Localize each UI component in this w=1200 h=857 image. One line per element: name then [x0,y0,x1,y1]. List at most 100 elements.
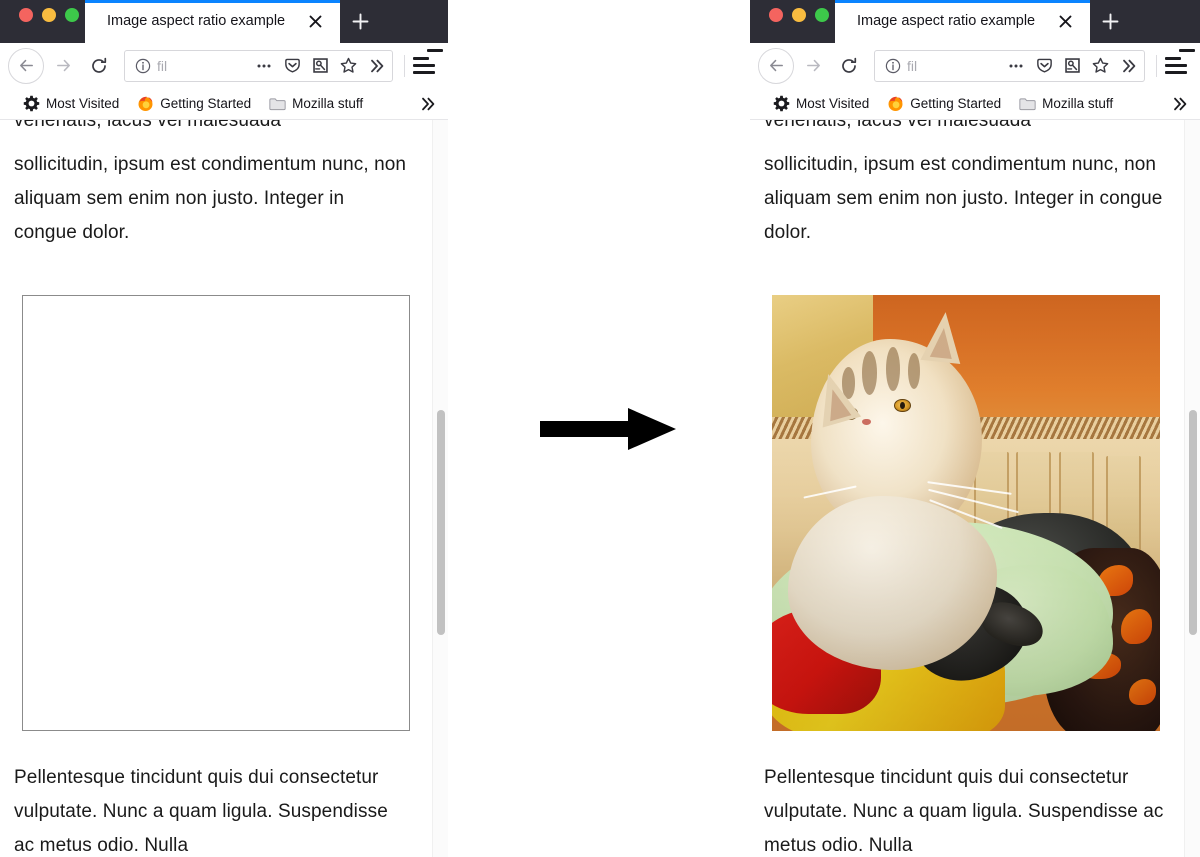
orange-pattern [1121,608,1153,644]
paragraph-clipped: venenatis, lacus vel malesuada [14,120,282,131]
paragraph-top: sollicitudin, ipsum est condimentum nunc… [764,154,1163,243]
overflow-chevron-icon[interactable] [1116,54,1140,78]
bookmarks-overflow-icon[interactable] [1170,95,1192,113]
page-document-after: venenatis, lacus vel malesuada sollicitu… [750,120,1178,857]
forward-button[interactable] [46,49,80,83]
page-info-icon[interactable] [133,58,153,74]
firefox-icon [137,95,154,112]
tabby-cat-ear-right [920,310,966,365]
right-arrow-icon [540,408,676,450]
update-available-badge [1179,48,1195,60]
browser-window-after: Image aspect ratio example fil Most Visi… [750,0,1200,857]
transition-arrow [540,408,676,450]
close-tab-icon[interactable] [302,9,328,35]
comparison-stage: Image aspect ratio example fil Most Visi… [0,0,1200,857]
bookmark-most-visited[interactable]: Most Visited [764,91,878,117]
window-controls-after [750,0,829,43]
tab-active-before[interactable]: Image aspect ratio example [85,0,340,43]
pupil [900,401,906,409]
bookmark-most-visited[interactable]: Most Visited [14,91,128,117]
cat-photo-scene [772,295,1160,731]
address-bar[interactable]: fil [874,49,1145,82]
page-info-icon[interactable] [883,58,903,74]
new-tab-icon[interactable] [340,0,380,43]
bookmark-label: Mozilla stuff [1042,96,1114,111]
fur-stripe [908,352,921,389]
scrollbar-thumb[interactable] [1189,410,1197,635]
vertical-scrollbar-before[interactable] [432,120,448,857]
app-menu-button[interactable] [410,48,443,83]
bookmark-label: Getting Started [160,96,252,111]
maximize-window-button[interactable] [815,7,829,22]
bookmark-label: Getting Started [910,96,1002,111]
folder-icon [269,95,286,112]
app-menu-button[interactable] [1162,48,1195,83]
close-window-button[interactable] [769,7,783,22]
fur-stripe [862,350,878,395]
firefox-icon [887,95,904,112]
browser-window-before: Image aspect ratio example fil Most Visi… [0,0,448,857]
bookmark-label: Mozilla stuff [292,96,364,111]
fur-stripe [885,346,900,391]
back-button[interactable] [758,47,794,84]
image-placeholder-box [22,295,410,731]
pocket-icon[interactable] [280,54,304,78]
page-actions-icon[interactable] [1004,54,1028,78]
url-input[interactable]: fil [157,58,248,74]
pocket-icon[interactable] [1032,54,1056,78]
paragraph-bottom: Pellentesque tincidunt quis dui consecte… [764,767,1164,856]
page-viewport-after: venenatis, lacus vel malesuada sollicitu… [750,120,1200,857]
forward-button[interactable] [796,49,830,83]
toolbar-separator [404,54,405,77]
scrollbar-thumb[interactable] [437,410,445,635]
bookmark-label: Most Visited [796,96,870,111]
navigation-toolbar-before: fil [0,43,448,88]
new-tab-icon[interactable] [1090,0,1130,43]
bookmark-mozilla-stuff[interactable]: Mozilla stuff [260,91,372,117]
update-available-badge [427,48,443,60]
bookmark-getting-started[interactable]: Getting Started [128,91,260,117]
paragraph-clipped: venenatis, lacus vel malesuada [764,120,1032,131]
paragraph-top: sollicitudin, ipsum est condimentum nunc… [14,154,407,243]
gear-icon [23,95,40,112]
tab-active-after[interactable]: Image aspect ratio example [835,0,1090,43]
bookmark-getting-started[interactable]: Getting Started [878,91,1010,117]
close-window-button[interactable] [19,7,33,22]
overflow-chevron-icon[interactable] [364,54,388,78]
toolbar-separator [1156,54,1157,77]
reader-mode-icon[interactable] [1060,54,1084,78]
titlebar-after: Image aspect ratio example [750,0,1200,43]
reload-button[interactable] [832,49,866,83]
back-button[interactable] [8,47,44,84]
titlebar-empty-area [1130,0,1200,43]
window-controls-before [0,0,79,43]
tabby-cat-eye-right [894,398,911,412]
tab-title: Image aspect ratio example [857,13,1036,29]
cat-photo-image [772,295,1160,731]
page-document-before: venenatis, lacus vel malesuada sollicitu… [0,120,426,857]
gear-icon [773,95,790,112]
paragraph-bottom: Pellentesque tincidunt quis dui consecte… [14,767,388,856]
reader-mode-icon[interactable] [308,54,332,78]
page-viewport-before: venenatis, lacus vel malesuada sollicitu… [0,120,448,857]
bookmark-star-icon[interactable] [336,54,360,78]
navigation-toolbar-after: fil [750,43,1200,88]
url-input[interactable]: fil [907,58,1000,74]
maximize-window-button[interactable] [65,7,79,22]
bookmarks-toolbar-before: Most Visited Getting Started Mozilla stu… [0,88,448,120]
titlebar-empty-area [380,0,448,43]
close-tab-icon[interactable] [1052,9,1078,35]
minimize-window-button[interactable] [42,7,56,22]
page-actions-icon[interactable] [252,54,276,78]
bookmarks-overflow-icon[interactable] [418,95,440,113]
bookmark-star-icon[interactable] [1088,54,1112,78]
titlebar-before: Image aspect ratio example [0,0,448,43]
tab-title: Image aspect ratio example [107,13,286,29]
vertical-scrollbar-after[interactable] [1184,120,1200,857]
minimize-window-button[interactable] [792,7,806,22]
reload-button[interactable] [82,49,116,83]
address-bar[interactable]: fil [124,49,393,82]
bookmark-label: Most Visited [46,96,120,111]
orange-pattern [1128,678,1157,705]
bookmark-mozilla-stuff[interactable]: Mozilla stuff [1010,91,1122,117]
